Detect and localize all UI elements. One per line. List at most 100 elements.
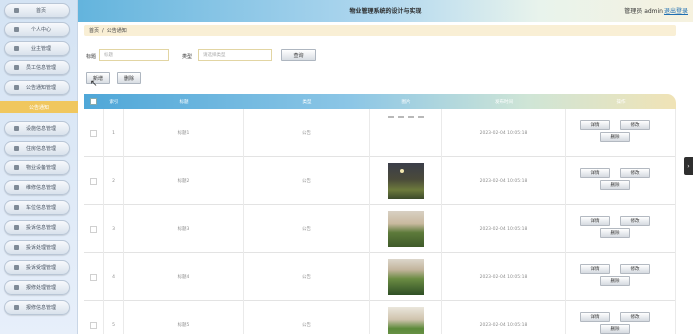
detail-button[interactable]: 详情: [580, 264, 610, 274]
row-index: 3: [104, 205, 124, 253]
row-checkbox-cell: [84, 205, 104, 253]
row-type: 公告: [244, 253, 370, 301]
sidebar-item[interactable]: 投诉信息管理: [4, 220, 70, 235]
row-image-cell: [370, 301, 442, 334]
sidebar-item-label: 业主管理: [30, 46, 51, 52]
sidebar-subitem-active[interactable]: 公告通知: [0, 101, 78, 113]
sidebar-item-label: 首页: [35, 8, 46, 14]
edit-button[interactable]: 修改: [620, 120, 650, 130]
sidebar-item[interactable]: 报修处理管理: [4, 280, 70, 295]
type-select[interactable]: 请选择类型: [198, 49, 272, 61]
column-header-type: 类型: [302, 99, 312, 105]
row-image-cell: [370, 109, 442, 157]
bell-icon: [12, 83, 21, 92]
breadcrumb-current: 公告通知: [106, 28, 127, 34]
app-title: 物业管理系统的设计与实现: [349, 8, 422, 15]
row-image[interactable]: [387, 307, 424, 334]
row-checkbox[interactable]: [90, 129, 97, 137]
edit-button[interactable]: 修改: [620, 168, 650, 178]
sidebar-item-label: 投诉受理管理: [25, 265, 56, 271]
sidebar-item[interactable]: 投诉受理管理: [4, 260, 70, 275]
sidebar-item[interactable]: 业主管理: [4, 41, 70, 56]
row-type: 公告: [244, 157, 370, 205]
sidebar-item-label: 投诉处理管理: [25, 245, 56, 251]
row-image[interactable]: [387, 259, 424, 295]
batch-delete-button[interactable]: 删除: [117, 72, 141, 84]
sidebar-item-label: 员工信息管理: [25, 65, 56, 71]
row-checkbox-cell: [84, 253, 104, 301]
sidebar-item[interactable]: 物业设备管理: [4, 160, 70, 175]
row-title: 标题1: [124, 109, 244, 157]
row-checkbox-cell: [84, 109, 104, 157]
row-image-cell: [370, 157, 442, 205]
sidebar-item[interactable]: 住房信息管理: [4, 141, 70, 156]
title-search-input[interactable]: 标题: [99, 49, 169, 61]
sidebar-item[interactable]: 设施信息管理: [4, 121, 70, 136]
query-button[interactable]: 查询: [281, 49, 316, 61]
row-checkbox[interactable]: [90, 321, 97, 329]
row-publish-time: 2023-02-04 10:05:18: [442, 109, 566, 157]
row-checkbox[interactable]: [90, 273, 97, 281]
row-actions-cell: 详情 修改删除: [566, 253, 676, 301]
table-row: 1 标题1 公告 2023-02-04 10:05:18 详情 修改 删除: [84, 109, 676, 157]
sidebar-item[interactable]: 首页: [4, 3, 70, 18]
mouse-cursor-icon: ↖: [90, 79, 98, 89]
select-all-checkbox[interactable]: [90, 98, 97, 105]
row-checkbox-cell: [84, 157, 104, 205]
row-image[interactable]: [387, 211, 424, 247]
row-actions-cell: 详情 修改删除: [566, 205, 676, 253]
row-index: 4: [104, 253, 124, 301]
detail-button[interactable]: 详情: [580, 312, 610, 322]
edit-button[interactable]: 修改: [620, 216, 650, 226]
delete-button[interactable]: 删除: [600, 228, 630, 238]
delete-button[interactable]: 删除: [600, 180, 630, 190]
sidebar-item[interactable]: 个人中心: [4, 22, 70, 37]
row-checkbox[interactable]: [90, 177, 97, 185]
sidebar-item[interactable]: 投诉处理管理: [4, 240, 70, 255]
sidebar-item-label: 物业设备管理: [25, 165, 56, 171]
column-header-image: 图片: [401, 99, 411, 105]
row-image-cell: [370, 205, 442, 253]
type-search-label: 类型: [182, 54, 193, 60]
edit-button[interactable]: 修改: [620, 264, 650, 274]
table-row: 5 标题5 公告 2023-02-04 10:05:18 详情 修改 删除: [84, 301, 676, 334]
user-icon: [12, 25, 21, 34]
detail-button[interactable]: 详情: [580, 168, 610, 178]
sidebar-item[interactable]: 公告通知管理: [4, 80, 70, 95]
delete-button[interactable]: 删除: [600, 276, 630, 286]
logout-link[interactable]: 退出登录: [664, 6, 688, 15]
edit-button[interactable]: 修改: [620, 312, 650, 322]
row-publish-time: 2023-02-04 10:05:18: [442, 301, 566, 334]
row-publish-time: 2023-02-04 10:05:18: [442, 157, 566, 205]
row-publish-time: 2023-02-04 10:05:18: [442, 253, 566, 301]
sidebar-item[interactable]: 维修信息管理: [4, 180, 70, 195]
row-type: 公告: [244, 109, 370, 157]
row-image-cell: [370, 253, 442, 301]
sidebar-item[interactable]: 车位信息管理: [4, 200, 70, 215]
detail-button[interactable]: 详情: [580, 120, 610, 130]
sidebar-item[interactable]: 报修信息管理: [4, 300, 70, 315]
side-panel-toggle[interactable]: ›: [684, 157, 693, 175]
row-title: 标题4: [124, 253, 244, 301]
sidebar-item-label: 维修信息管理: [25, 185, 56, 191]
row-image[interactable]: [387, 163, 424, 199]
sidebar-item-label: 设施信息管理: [25, 126, 56, 132]
title-search-label: 标题: [86, 54, 97, 60]
row-type: 公告: [244, 301, 370, 334]
grid-icon: [12, 144, 21, 153]
delete-button[interactable]: 删除: [600, 324, 630, 334]
breadcrumb-separator: /: [102, 27, 104, 34]
table-row: 3 标题3 公告 2023-02-04 10:05:18 详情 修改 删除: [84, 205, 676, 253]
detail-button[interactable]: 详情: [580, 216, 610, 226]
row-publish-time: 2023-02-04 10:05:18: [442, 205, 566, 253]
row-image[interactable]: [387, 116, 424, 120]
list-icon: [12, 124, 21, 133]
column-header-actions: 操作: [616, 99, 626, 105]
row-type: 公告: [244, 205, 370, 253]
user-label: 管理员 admin: [624, 8, 663, 15]
delete-button[interactable]: 删除: [600, 132, 630, 142]
sidebar-item[interactable]: 员工信息管理: [4, 60, 70, 75]
row-checkbox[interactable]: [90, 225, 97, 233]
row-title: 标题2: [124, 157, 244, 205]
breadcrumb-home[interactable]: 首页: [89, 27, 99, 34]
